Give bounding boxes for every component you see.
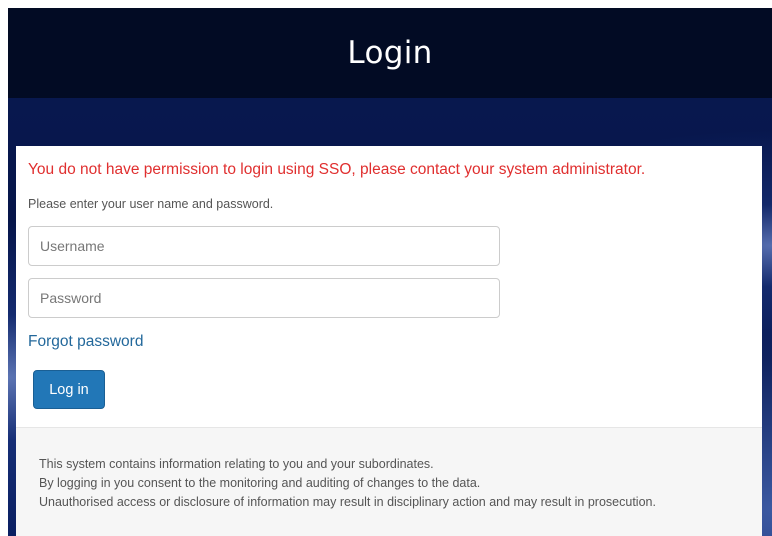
sso-error-message: You do not have permission to login usin… <box>28 161 646 178</box>
notice-line: By logging in you consent to the monitor… <box>39 476 481 490</box>
notice-line: Unauthorised access or disclosure of inf… <box>39 495 656 509</box>
legal-notice: This system contains information relatin… <box>16 428 762 536</box>
login-button[interactable]: Log in <box>33 370 105 409</box>
login-page: Login You do not have permission to logi… <box>8 8 772 536</box>
header-bar: Login <box>8 8 772 98</box>
page-title: Login <box>347 35 433 71</box>
forgot-password-link[interactable]: Forgot password <box>28 333 143 351</box>
notice-line: This system contains information relatin… <box>39 457 434 471</box>
login-panel: You do not have permission to login usin… <box>16 146 762 536</box>
password-input[interactable] <box>28 278 500 318</box>
username-input[interactable] <box>28 226 500 266</box>
login-instructions: Please enter your user name and password… <box>28 197 274 211</box>
